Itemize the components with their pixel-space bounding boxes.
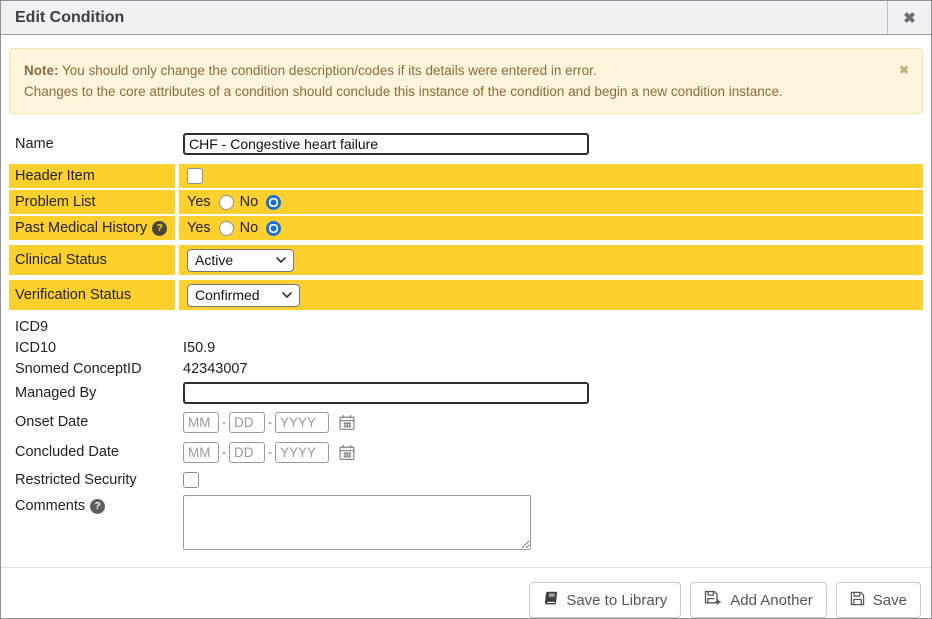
- restricted-security-row: Restricted Security: [9, 468, 923, 492]
- name-label: Name: [9, 130, 175, 158]
- save-label: Save: [873, 592, 907, 609]
- save-plus-icon: [704, 590, 722, 610]
- close-button[interactable]: ✖: [887, 1, 931, 34]
- clinical-status-value: Active: [195, 252, 233, 268]
- comments-textarea[interactable]: [183, 495, 531, 550]
- book-icon: [543, 591, 558, 610]
- save-icon: [850, 591, 865, 610]
- onset-date-row: Onset Date - -: [9, 408, 923, 436]
- note-line1: Note: You should only change the conditi…: [24, 60, 892, 81]
- onset-date-label: Onset Date: [9, 408, 175, 436]
- problem-list-yes-radio[interactable]: [219, 195, 234, 210]
- header-item-checkbox[interactable]: [187, 168, 203, 184]
- snomed-label: Snomed ConceptID: [9, 358, 175, 379]
- dialog-body: Note: You should only change the conditi…: [1, 35, 931, 557]
- dialog-header: Edit Condition ✖: [1, 1, 931, 35]
- date-separator: -: [268, 445, 272, 459]
- past-medical-history-row: Past Medical History ? Yes No: [9, 216, 923, 240]
- chevron-down-icon: [282, 292, 292, 298]
- calendar-icon[interactable]: [338, 414, 356, 431]
- name-row: Name: [9, 130, 923, 158]
- note-banner: Note: You should only change the conditi…: [9, 48, 923, 114]
- managed-by-input[interactable]: [183, 382, 589, 404]
- concluded-year-input[interactable]: [275, 442, 329, 463]
- note-bold: Note:: [24, 63, 59, 78]
- save-button[interactable]: Save: [836, 582, 921, 618]
- restricted-security-checkbox[interactable]: [183, 472, 199, 488]
- concluded-month-input[interactable]: [183, 442, 219, 463]
- add-another-button[interactable]: Add Another: [690, 582, 827, 618]
- save-to-library-label: Save to Library: [566, 592, 667, 609]
- icd10-label: ICD10: [9, 337, 175, 358]
- verification-status-row: Verification Status Confirmed: [9, 280, 923, 310]
- header-item-row: Header Item: [9, 164, 923, 188]
- name-input[interactable]: [183, 133, 589, 155]
- note-text-1: You should only change the condition des…: [59, 63, 597, 78]
- chevron-down-icon: [276, 257, 286, 263]
- past-medical-history-label: Past Medical History: [15, 220, 147, 236]
- icd10-row: ICD10 I50.9: [9, 337, 923, 358]
- note-line2: Changes to the core attributes of a cond…: [24, 81, 892, 102]
- problem-list-row: Problem List Yes No: [9, 190, 923, 214]
- onset-day-input[interactable]: [229, 412, 265, 433]
- pmh-no-radio[interactable]: [266, 221, 281, 236]
- clinical-status-row: Clinical Status Active: [9, 245, 923, 275]
- close-icon: ✖: [903, 9, 916, 27]
- icd10-value: I50.9: [175, 337, 923, 358]
- managed-by-label: Managed By: [9, 379, 175, 406]
- snomed-row: Snomed ConceptID 42343007: [9, 358, 923, 379]
- verification-status-value: Confirmed: [195, 287, 260, 303]
- help-icon[interactable]: ?: [152, 221, 167, 236]
- managed-by-row: Managed By: [9, 379, 923, 406]
- date-separator: -: [222, 415, 226, 429]
- header-item-label: Header Item: [9, 164, 175, 188]
- icd9-label: ICD9: [9, 316, 175, 337]
- concluded-date-row: Concluded Date - -: [9, 438, 923, 466]
- onset-year-input[interactable]: [275, 412, 329, 433]
- help-icon[interactable]: ?: [90, 499, 105, 514]
- problem-list-no-radio[interactable]: [266, 195, 281, 210]
- pmh-yes-label: Yes: [187, 220, 211, 236]
- comments-label: Comments: [15, 498, 85, 514]
- restricted-security-label: Restricted Security: [9, 468, 175, 492]
- pmh-yes-radio[interactable]: [219, 221, 234, 236]
- concluded-day-input[interactable]: [229, 442, 265, 463]
- clinical-status-label: Clinical Status: [9, 245, 175, 275]
- date-separator: -: [268, 415, 272, 429]
- verification-status-label: Verification Status: [9, 280, 175, 310]
- onset-month-input[interactable]: [183, 412, 219, 433]
- pmh-no-label: No: [240, 220, 259, 236]
- problem-list-label: Problem List: [9, 190, 175, 214]
- icd9-value: [175, 316, 923, 337]
- comments-row: Comments ?: [9, 495, 923, 550]
- save-to-library-button[interactable]: Save to Library: [529, 582, 681, 618]
- add-another-label: Add Another: [730, 592, 813, 609]
- edit-condition-dialog: Edit Condition ✖ Note: You should only c…: [0, 0, 932, 619]
- date-separator: -: [222, 445, 226, 459]
- snomed-value: 42343007: [175, 358, 923, 379]
- problem-list-no-label: No: [240, 194, 259, 210]
- icd9-row: ICD9: [9, 316, 923, 337]
- verification-status-select[interactable]: Confirmed: [187, 284, 300, 307]
- concluded-date-label: Concluded Date: [9, 438, 175, 466]
- clinical-status-select[interactable]: Active: [187, 249, 294, 272]
- calendar-icon[interactable]: [338, 444, 356, 461]
- condition-form: Name Header Item Problem List Yes No: [9, 130, 923, 550]
- problem-list-yes-label: Yes: [187, 194, 211, 210]
- note-dismiss-icon[interactable]: ✖: [899, 60, 909, 81]
- dialog-title: Edit Condition: [1, 1, 887, 34]
- dialog-footer: Save to Library Add Another: [1, 567, 931, 618]
